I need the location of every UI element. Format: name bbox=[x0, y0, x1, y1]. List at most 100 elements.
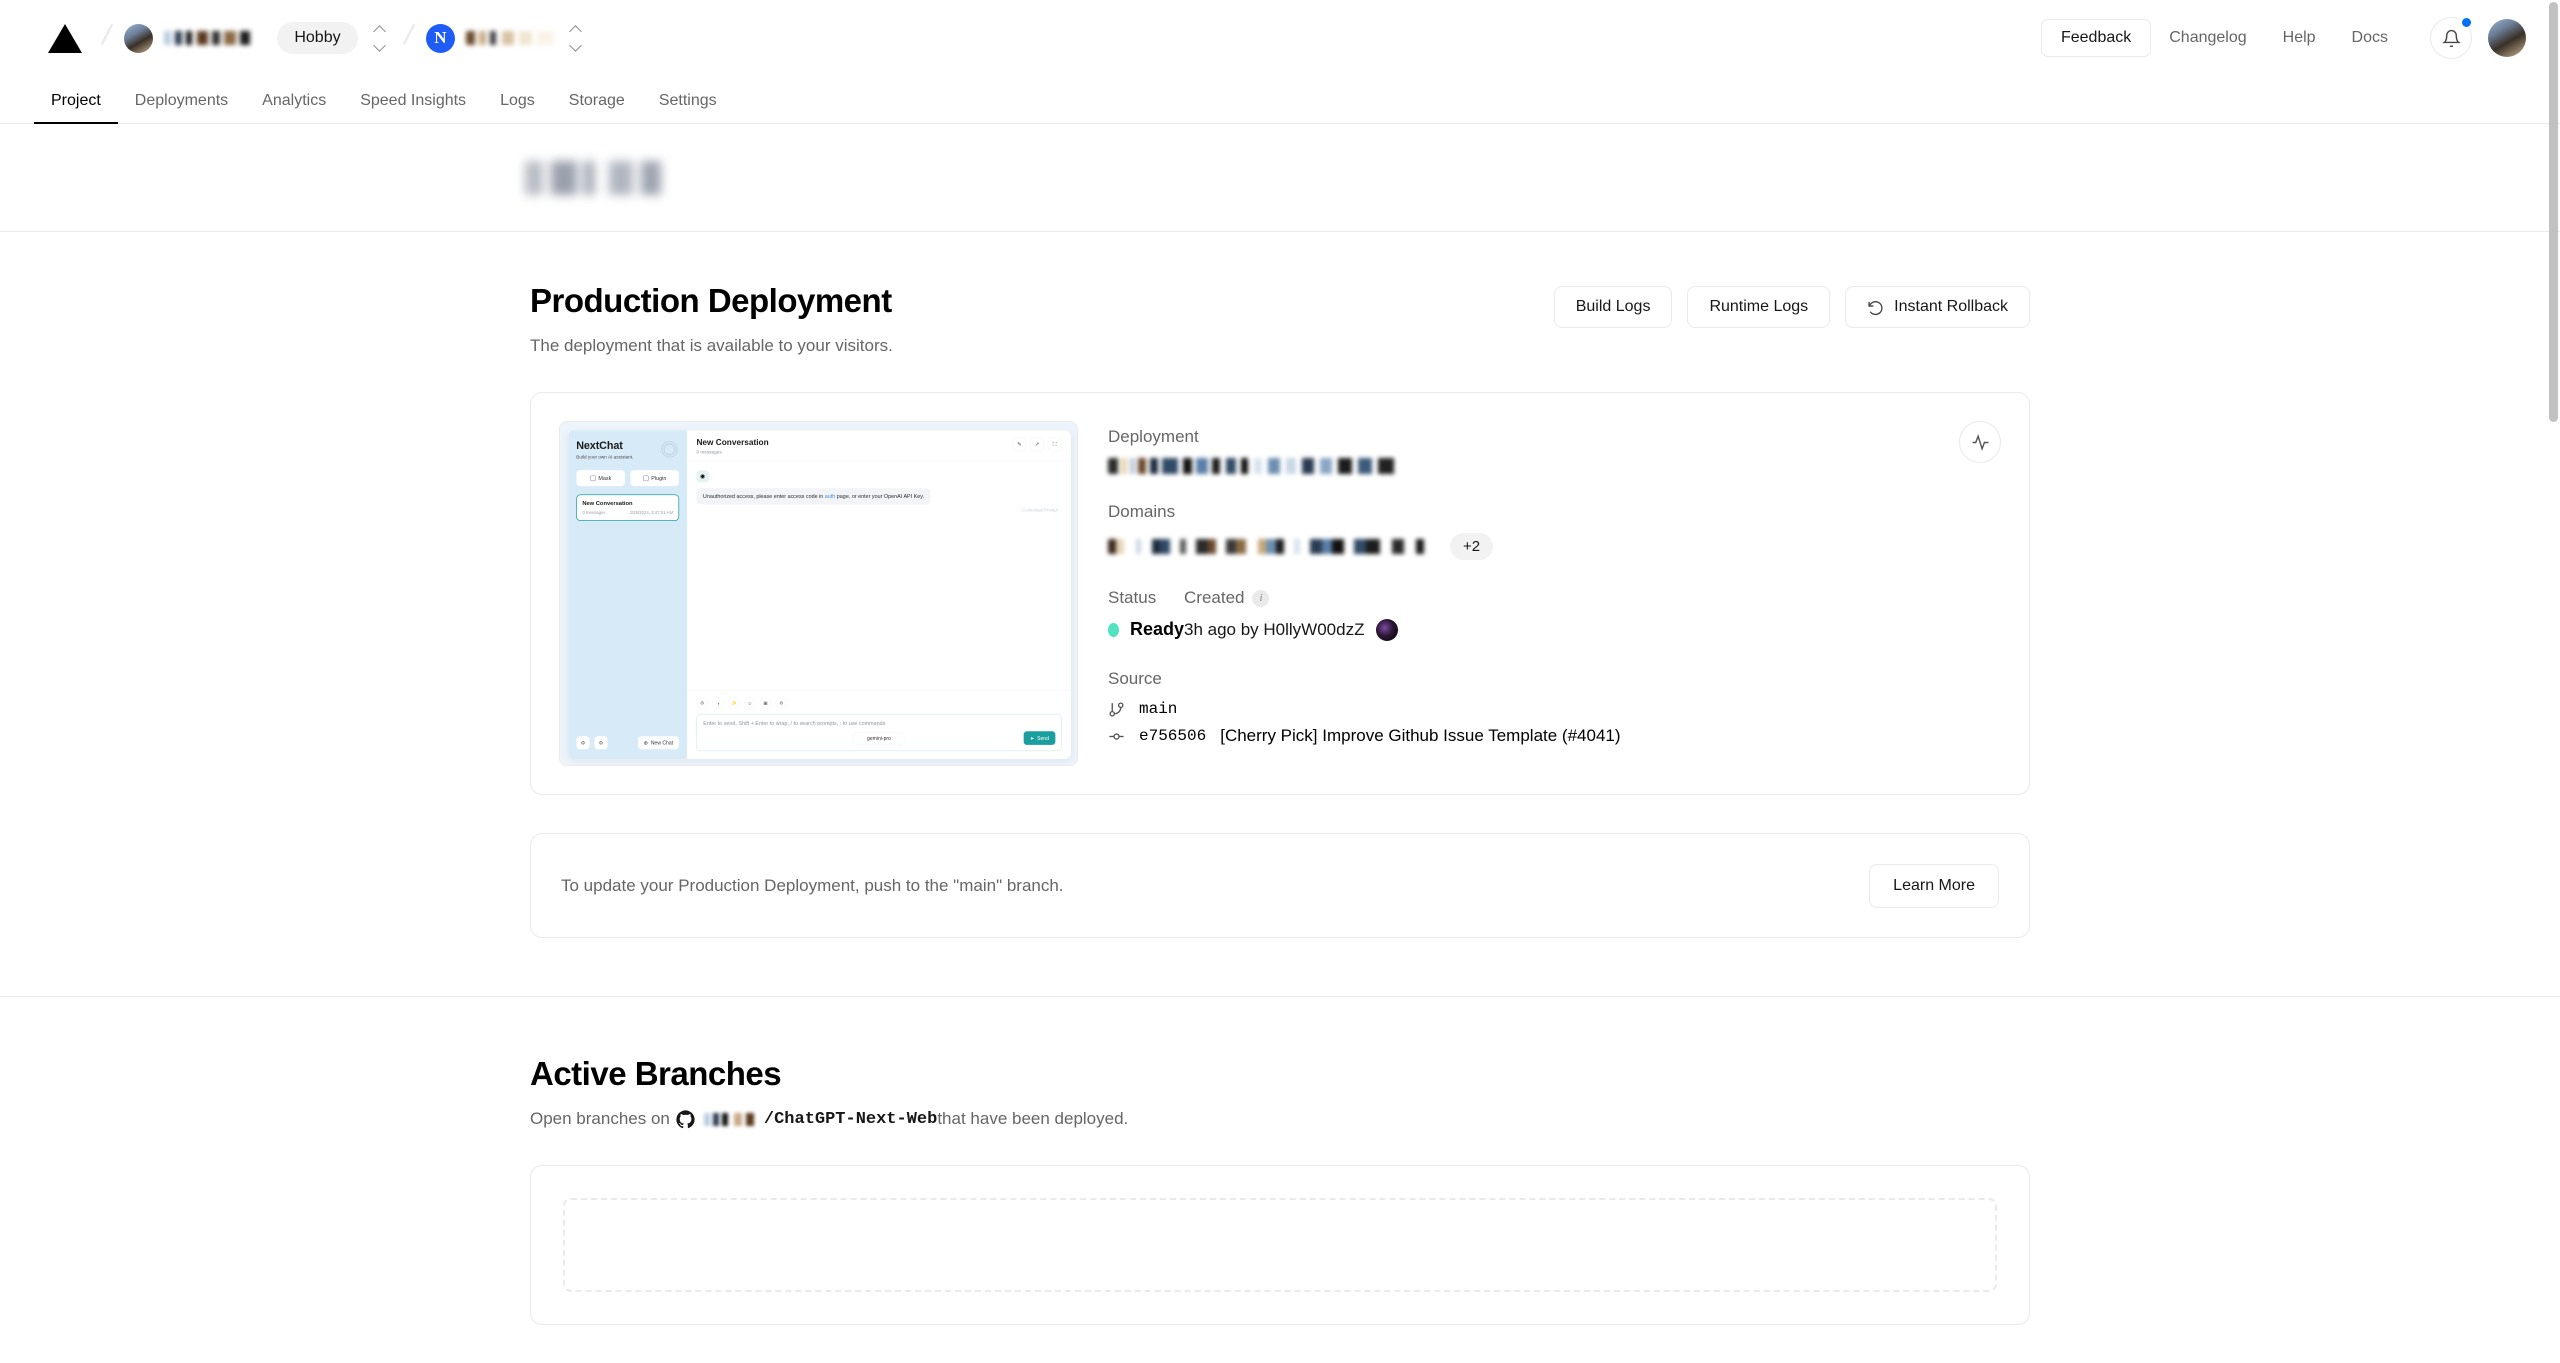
team-switcher-chevron-icon[interactable] bbox=[370, 24, 390, 52]
plan-badge[interactable]: Hobby bbox=[277, 22, 358, 54]
info-icon[interactable]: i bbox=[1252, 589, 1270, 607]
nextchat-window: NextChat Build your own AI assistant. Ma… bbox=[567, 429, 1072, 760]
prompt-tool-icon[interactable]: ✨ bbox=[728, 697, 740, 709]
project-switcher-chevron-icon[interactable] bbox=[566, 24, 586, 52]
status-indicator-dot bbox=[1108, 622, 1119, 637]
active-branches-empty-placeholder bbox=[563, 1198, 1997, 1292]
learn-more-button[interactable]: Learn More bbox=[1869, 863, 1999, 908]
created-by-text: 3h ago by H0llyW00dzZ bbox=[1184, 620, 1365, 639]
feedback-button[interactable]: Feedback bbox=[2040, 19, 2152, 57]
production-deployment-heading-group: Production Deployment The deployment tha… bbox=[530, 282, 893, 356]
breadcrumb-team[interactable]: Hobby bbox=[124, 22, 358, 54]
settings-tool-icon[interactable]: ⚙ bbox=[696, 697, 708, 709]
production-deployment-card: NextChat Build your own AI assistant. Ma… bbox=[530, 392, 2030, 795]
production-update-notice: To update your Production Deployment, pu… bbox=[530, 833, 2030, 938]
deployment-activity-button[interactable] bbox=[1959, 421, 2001, 463]
tab-speed-insights[interactable]: Speed Insights bbox=[343, 92, 483, 123]
openai-logo-icon bbox=[659, 439, 680, 460]
domains-overflow-badge[interactable]: +2 bbox=[1450, 533, 1494, 560]
chat-header-actions: ✎ ↗ ⛶ bbox=[1012, 437, 1062, 452]
clear-tool-icon[interactable]: ⚙ bbox=[775, 697, 788, 709]
status-value-row: Ready bbox=[1108, 619, 1184, 640]
active-branches-header: Active Branches Open branches on /ChatGP… bbox=[530, 997, 2030, 1129]
nextchat-main-panel: New Conversation 0 messages ✎ ↗ ⛶ ◉ Unau… bbox=[687, 430, 1071, 759]
theme-tool-icon[interactable]: ◑ bbox=[712, 697, 724, 709]
conversation-meta: 0 messages 2/25/2024, 3:47:01 AM bbox=[582, 510, 673, 515]
team-avatar bbox=[124, 23, 154, 53]
help-link[interactable]: Help bbox=[2265, 20, 2334, 56]
plugin-button[interactable]: Plugin bbox=[630, 469, 680, 487]
notifications-button[interactable] bbox=[2430, 17, 2472, 59]
build-logs-button[interactable]: Build Logs bbox=[1553, 286, 1673, 328]
edit-icon[interactable]: ✎ bbox=[1012, 437, 1027, 452]
deployment-preview-thumbnail[interactable]: NextChat Build your own AI assistant. Ma… bbox=[559, 421, 1078, 766]
github-org-redacted bbox=[703, 1112, 762, 1126]
conversation-title: New Conversation bbox=[582, 500, 633, 507]
source-label: Source bbox=[1108, 669, 1162, 688]
source-branch-name: main bbox=[1139, 700, 1178, 718]
runtime-logs-button[interactable]: Runtime Logs bbox=[1687, 286, 1831, 328]
new-chat-button[interactable]: ⊕ New Chat bbox=[637, 735, 680, 750]
chat-input[interactable]: Enter to send, Shift + Enter to wrap, / … bbox=[696, 713, 1062, 752]
fullscreen-icon[interactable]: ⛶ bbox=[1047, 437, 1062, 452]
docs-link[interactable]: Docs bbox=[2334, 20, 2406, 56]
instant-rollback-button[interactable]: Instant Rollback bbox=[1845, 286, 2030, 328]
source-commit-row[interactable]: e756506 [Cherry Pick] Improve Github Iss… bbox=[1108, 726, 2001, 746]
github-mark-icon bbox=[676, 1109, 695, 1128]
top-navigation-bar: / Hobby / N Feedback Changelog Help Docs bbox=[0, 0, 2560, 76]
conversation-list-item[interactable]: New Conversation 0 messages 2/25/2024, 3… bbox=[576, 494, 680, 521]
tab-settings[interactable]: Settings bbox=[642, 92, 734, 123]
contextual-prompt-label: Contextual Prompt bbox=[1022, 507, 1058, 513]
github-icon[interactable]: ⚙ bbox=[594, 735, 608, 750]
vercel-logo-icon[interactable] bbox=[48, 23, 82, 53]
bot-avatar-icon: ◉ bbox=[696, 470, 709, 483]
changelog-link[interactable]: Changelog bbox=[2151, 20, 2264, 56]
tab-storage[interactable]: Storage bbox=[552, 92, 642, 123]
model-badge[interactable]: gemini-pro bbox=[851, 731, 906, 745]
breadcrumb-separator-2: / bbox=[400, 18, 416, 53]
mask-tool-icon[interactable]: ☺ bbox=[743, 697, 756, 709]
nextchat-app-name: NextChat bbox=[576, 439, 623, 452]
author-avatar bbox=[1376, 619, 1399, 641]
source-commit-message: [Cherry Pick] Improve Github Issue Templ… bbox=[1220, 726, 1621, 745]
rollback-icon bbox=[1868, 300, 1883, 315]
activity-pulse-icon bbox=[1972, 433, 1988, 451]
conversation-timestamp: 2/25/2024, 3:47:01 AM bbox=[629, 510, 674, 516]
settings-icon[interactable]: ⚙ bbox=[576, 735, 590, 750]
tab-analytics[interactable]: Analytics bbox=[245, 92, 343, 123]
tab-project[interactable]: Project bbox=[34, 92, 118, 124]
domains-row: +2 bbox=[1108, 533, 2001, 560]
nextchat-branding: NextChat Build your own AI assistant. bbox=[576, 439, 680, 460]
nextchat-composer: ⚙ ◑ ✨ ☺ ▣ ⚙ Enter to send, Shift + Enter… bbox=[687, 690, 1071, 759]
mask-button[interactable]: Mask bbox=[576, 469, 626, 487]
auth-link[interactable]: auth bbox=[825, 493, 836, 499]
domains-redacted[interactable] bbox=[1108, 539, 1434, 554]
source-branch-row[interactable]: main bbox=[1108, 700, 2001, 718]
page-title: Production Deployment bbox=[530, 282, 892, 319]
source-commit-hash: e756506 bbox=[1139, 727, 1207, 745]
deployment-url-redacted[interactable] bbox=[1108, 458, 1400, 474]
nextchat-chat-header: New Conversation 0 messages ✎ ↗ ⛶ bbox=[687, 430, 1071, 461]
image-tool-icon[interactable]: ▣ bbox=[759, 697, 772, 709]
repo-path[interactable]: /ChatGPT-Next-Web bbox=[764, 1110, 937, 1129]
nextchat-brand-text: NextChat Build your own AI assistant. bbox=[576, 440, 633, 460]
status-label: Status bbox=[1108, 588, 1157, 607]
page-scrollbar[interactable] bbox=[2549, 2, 2558, 422]
send-button[interactable]: ➤ Send bbox=[1023, 731, 1056, 745]
git-commit-icon bbox=[1109, 732, 1124, 740]
new-chat-label: New Chat bbox=[650, 739, 674, 746]
tab-logs[interactable]: Logs bbox=[483, 92, 552, 123]
chat-input-placeholder: Enter to send, Shift + Enter to wrap, / … bbox=[703, 720, 886, 727]
user-avatar[interactable] bbox=[2488, 19, 2526, 57]
team-name-redacted bbox=[164, 31, 257, 45]
new-chat-plus-icon: ⊕ bbox=[643, 739, 649, 746]
source-group: Source main e756506 [Cherry Pick] Improv… bbox=[1108, 669, 2001, 746]
tab-deployments[interactable]: Deployments bbox=[118, 92, 245, 123]
production-deployment-header: Production Deployment The deployment tha… bbox=[530, 232, 2030, 356]
send-arrow-icon: ➤ bbox=[1030, 735, 1035, 741]
nextchat-sidebar: NextChat Build your own AI assistant. Ma… bbox=[568, 430, 688, 759]
plugin-icon bbox=[643, 475, 649, 481]
share-icon[interactable]: ↗ bbox=[1030, 437, 1044, 452]
breadcrumb-project[interactable]: N bbox=[425, 23, 554, 53]
project-avatar-icon: N bbox=[425, 23, 455, 53]
